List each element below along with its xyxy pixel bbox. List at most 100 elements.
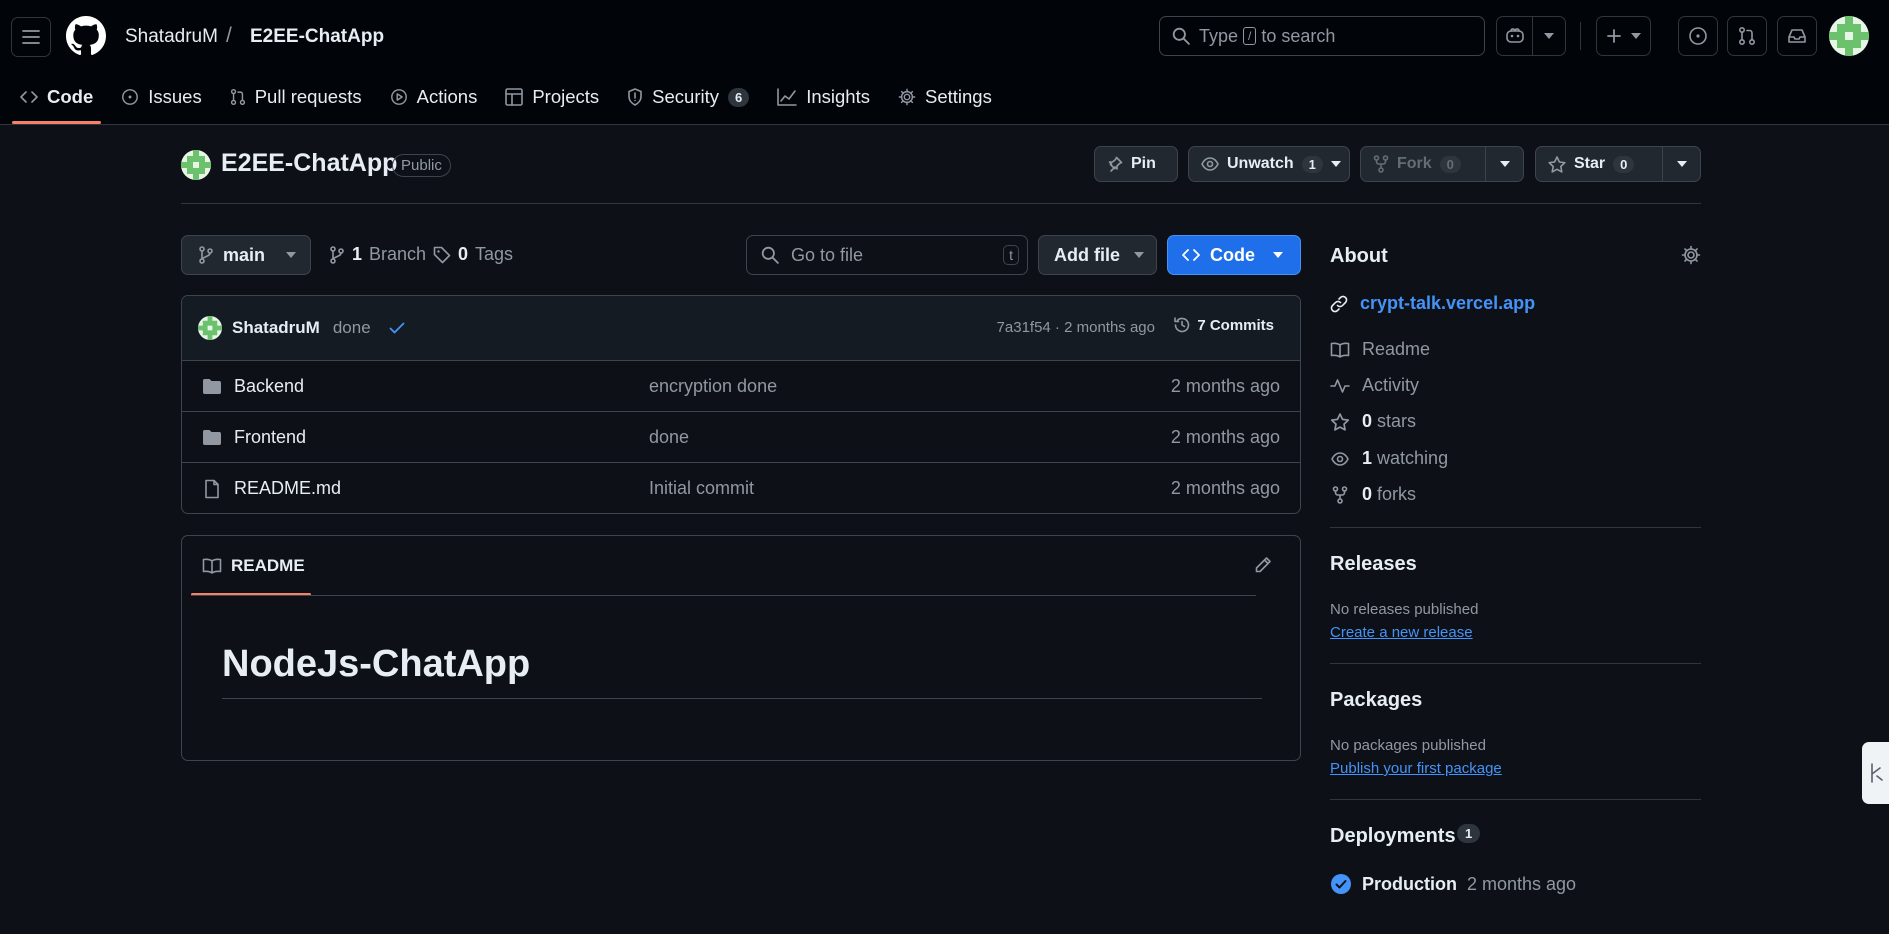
- title-divider: [181, 203, 1701, 204]
- github-logo-icon[interactable]: [66, 16, 106, 56]
- forks-label: forks: [1377, 484, 1417, 504]
- commit-author[interactable]: ShatadruM: [232, 318, 320, 338]
- book-icon: [202, 558, 222, 574]
- commits-history-link[interactable]: 7 Commits: [1173, 316, 1274, 334]
- copilot-icon: [1505, 28, 1524, 43]
- global-header: ShatadruM / E2EE-ChatApp Type / to searc…: [0, 0, 1889, 125]
- branches-link[interactable]: 1 Branch: [329, 244, 426, 265]
- tab-pull-requests[interactable]: Pull requests: [220, 80, 372, 114]
- plus-icon: [1606, 29, 1621, 43]
- tab-label: Settings: [925, 86, 992, 107]
- packages-title[interactable]: Packages: [1330, 689, 1422, 712]
- repo-owner-avatar[interactable]: [181, 150, 211, 180]
- issues-shortcut-button[interactable]: [1678, 16, 1718, 56]
- deployments-title[interactable]: Deployments: [1330, 825, 1456, 848]
- chevron-down-icon: [286, 252, 297, 258]
- file-name[interactable]: README.md: [234, 478, 341, 499]
- fork-icon: [1332, 485, 1348, 504]
- breadcrumb-repo[interactable]: E2EE-ChatApp: [250, 26, 384, 48]
- commit-author-avatar[interactable]: [198, 316, 222, 340]
- star-button[interactable]: Star 0: [1535, 146, 1701, 182]
- fork-label: Fork: [1397, 155, 1432, 172]
- check-icon[interactable]: [389, 322, 405, 334]
- watchers-link[interactable]: 1 watching: [1330, 448, 1448, 469]
- create-new-button[interactable]: [1596, 16, 1651, 56]
- code-dropdown-button[interactable]: Code: [1167, 235, 1301, 275]
- chevron-down-icon: [1134, 252, 1144, 258]
- branch-name: main: [223, 244, 266, 265]
- branch-selector[interactable]: main: [181, 235, 311, 275]
- fork-button[interactable]: Fork 0: [1360, 146, 1524, 182]
- pulse-icon: [1330, 378, 1350, 393]
- tab-label: Issues: [148, 86, 202, 107]
- tab-security[interactable]: Security 6: [617, 80, 759, 114]
- star-label: Star: [1574, 155, 1606, 172]
- readme-tab[interactable]: README: [182, 536, 1300, 596]
- sidebar-divider: [1330, 663, 1701, 664]
- tab-code[interactable]: Code: [10, 80, 103, 124]
- file-row-frontend[interactable]: Frontend done 2 months ago: [182, 412, 1300, 463]
- tab-insights[interactable]: Insights: [767, 80, 880, 114]
- tab-actions[interactable]: Actions: [380, 80, 488, 114]
- search-input[interactable]: Type / to search: [1159, 16, 1485, 56]
- file-row-readme[interactable]: README.md Initial commit 2 months ago: [182, 463, 1300, 513]
- graph-icon: [777, 88, 798, 106]
- deployments-count-badge: 1: [1457, 824, 1481, 843]
- menu-button[interactable]: [11, 17, 51, 57]
- fork-dropdown-button[interactable]: [1485, 147, 1523, 181]
- eye-icon: [1201, 157, 1219, 171]
- side-panel-toggle[interactable]: [1862, 742, 1889, 804]
- tags-link[interactable]: 0 Tags: [433, 244, 513, 265]
- tab-settings[interactable]: Settings: [888, 80, 1002, 114]
- go-to-file-input[interactable]: Go to file t: [746, 235, 1028, 275]
- publish-package-link[interactable]: Publish your first package: [1330, 760, 1502, 777]
- pull-requests-shortcut-button[interactable]: [1727, 16, 1767, 56]
- file-commit-message[interactable]: Initial commit: [649, 478, 754, 499]
- readme-link[interactable]: Readme: [1330, 339, 1430, 360]
- code-label: Code: [1210, 244, 1255, 265]
- file-commit-message[interactable]: encryption done: [649, 376, 777, 397]
- link-icon: [1330, 295, 1348, 312]
- breadcrumb-owner[interactable]: ShatadruM: [125, 26, 218, 48]
- tab-label: Insights: [806, 86, 870, 107]
- file-row-backend[interactable]: Backend encryption done 2 months ago: [182, 361, 1300, 412]
- website-url: crypt-talk.vercel.app: [1360, 293, 1536, 313]
- about-title: About: [1330, 245, 1388, 267]
- readme-heading: NodeJs-ChatApp: [222, 643, 531, 685]
- edit-readme-button[interactable]: [1254, 556, 1272, 574]
- pin-button[interactable]: Pin: [1094, 146, 1178, 182]
- commit-message[interactable]: done: [333, 318, 371, 338]
- file-commit-time: 2 months ago: [1170, 478, 1280, 498]
- deployment-production[interactable]: Production 2 months ago: [1330, 873, 1576, 895]
- releases-title[interactable]: Releases: [1330, 553, 1417, 576]
- branch-count: 1: [352, 244, 363, 264]
- file-name[interactable]: Frontend: [234, 427, 306, 448]
- repo-title[interactable]: E2EE-ChatApp: [221, 149, 397, 178]
- add-file-button[interactable]: Add file: [1038, 235, 1157, 275]
- search-icon: [1172, 27, 1190, 45]
- file-name[interactable]: Backend: [234, 376, 304, 397]
- chevron-down-icon: [1676, 161, 1687, 167]
- file-commit-message[interactable]: done: [649, 427, 689, 448]
- create-release-link[interactable]: Create a new release: [1330, 624, 1473, 641]
- play-icon: [390, 89, 407, 105]
- commit-meta[interactable]: 7a31f54 · 2 months ago: [997, 319, 1155, 336]
- chevron-down-icon: [1630, 33, 1641, 39]
- activity-link[interactable]: Activity: [1330, 375, 1419, 396]
- tab-projects[interactable]: Projects: [495, 80, 609, 114]
- search-icon: [761, 246, 779, 264]
- tab-issues[interactable]: Issues: [111, 80, 211, 114]
- check-circle-icon: [1331, 874, 1351, 894]
- watch-count: 1: [1301, 155, 1323, 173]
- website-link[interactable]: crypt-talk.vercel.app: [1330, 293, 1535, 314]
- tab-label: Projects: [532, 86, 600, 107]
- forks-link[interactable]: 0 forks: [1330, 484, 1416, 505]
- inbox-button[interactable]: [1777, 16, 1817, 56]
- star-dropdown-button[interactable]: [1662, 147, 1700, 181]
- copilot-button[interactable]: [1496, 16, 1566, 56]
- stars-link[interactable]: 0 stars: [1330, 411, 1416, 432]
- unwatch-button[interactable]: Unwatch 1: [1188, 146, 1350, 182]
- tab-label: Code: [47, 86, 94, 107]
- user-avatar[interactable]: [1829, 16, 1869, 56]
- about-settings-button[interactable]: [1681, 245, 1701, 265]
